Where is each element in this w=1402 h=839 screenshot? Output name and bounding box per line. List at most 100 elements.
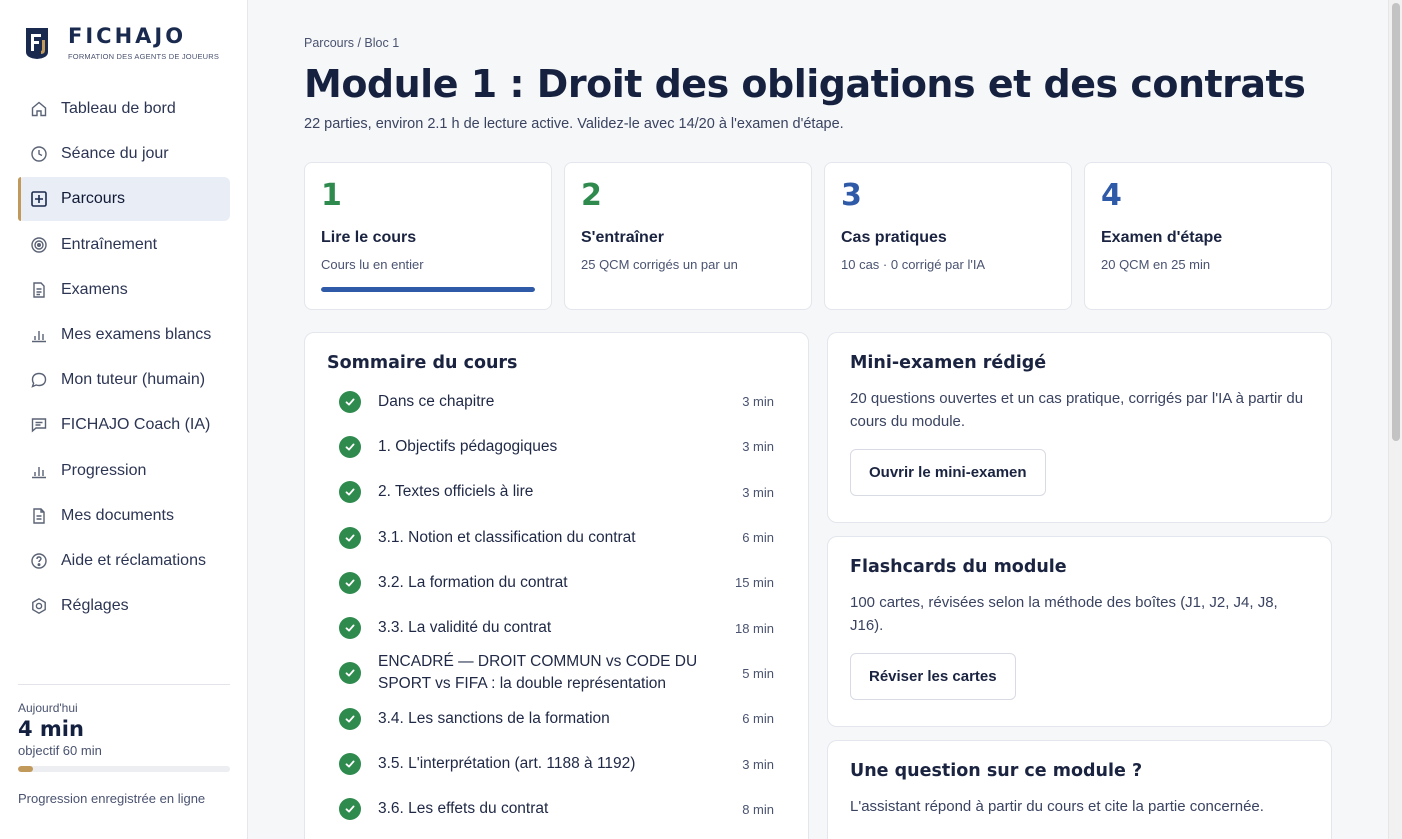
open-mini-exam-button[interactable]: Ouvrir le mini-examen xyxy=(850,449,1046,496)
fichajo-logo-icon xyxy=(26,28,48,59)
page-subtitle: 22 parties, environ 2.1 h de lecture act… xyxy=(304,116,844,132)
flashcards-text: 100 cartes, révisées selon la méthode de… xyxy=(850,594,1278,634)
toc-item[interactable]: ENCADRÉ — DROIT COMMUN vs CODE DU SPORT … xyxy=(327,651,786,696)
brand[interactable]: FICHAJO FORMATION DES AGENTS DE JOUEURS xyxy=(24,24,219,61)
sidebar-item-label: Séance du jour xyxy=(61,145,169,163)
question-text: L'assistant répond à partir du cours et … xyxy=(850,798,1264,815)
flashcards-card: Flashcards du module 100 cartes, révisée… xyxy=(827,536,1332,727)
course-summary-list: Dans ce chapitre 3 min 1. Objectifs pédago… xyxy=(327,379,786,832)
check-circle-icon xyxy=(339,526,361,549)
step-number: 2 xyxy=(581,178,602,213)
sidebar-item-label: Aide et réclamations xyxy=(61,551,206,569)
step-title: Examen d'étape xyxy=(1101,229,1223,246)
check-circle-icon xyxy=(339,753,361,776)
check-circle-icon xyxy=(339,390,361,413)
check-circle-icon xyxy=(339,571,361,594)
question-title: Une question sur ce module ? xyxy=(850,761,1143,781)
settings-icon xyxy=(30,597,48,615)
sidebar-item-entrainement[interactable]: Entraînement xyxy=(18,223,230,267)
sidebar-item-label: Parcours xyxy=(61,190,126,208)
toc-item[interactable]: 3.2. La formation du contrat 15 min xyxy=(327,560,786,605)
sidebar-item-label: Tableau de bord xyxy=(61,100,176,117)
question-card: Une question sur ce module ? L'assistant… xyxy=(827,740,1332,839)
toc-item[interactable]: 2. Textes officiels à lire 3 min xyxy=(327,470,786,515)
home-icon xyxy=(30,100,48,118)
sidebar-item-examens[interactable]: Examens xyxy=(18,268,230,312)
sidebar: FICHAJO FORMATION DES AGENTS DE JOUEURS … xyxy=(0,0,248,839)
sidebar-item-label: FICHAJO Coach (IA) xyxy=(61,416,211,434)
toc-item[interactable]: 3.5. L'interprétation (art. 1188 à 1192)… xyxy=(327,741,786,786)
target-icon xyxy=(30,236,48,254)
bar-chart-icon xyxy=(30,462,48,480)
toc-item-duration: 15 min xyxy=(734,575,774,591)
toc-item-duration: 6 min xyxy=(742,711,774,727)
course-summary-title: Sommaire du cours xyxy=(327,353,518,373)
step-card-4[interactable]: 4 Examen d'étape 20 QCM en 25 min xyxy=(1084,162,1332,310)
toc-item-label: 3.2. La formation du contrat xyxy=(378,573,568,591)
breadcrumb[interactable]: Parcours / Bloc 1 xyxy=(304,36,399,50)
toc-item-label: ENCADRÉ — DROIT COMMUN vs CODE DU SPORT … xyxy=(378,653,698,693)
mini-exam-text: 20 questions ouvertes et un cas pratique… xyxy=(850,390,1304,430)
today-progress-bar xyxy=(18,766,230,772)
toc-item[interactable]: 3.4. Les sanctions de la formation 6 min xyxy=(327,696,786,741)
toc-item[interactable]: 3.1. Notion et classification du contrat… xyxy=(327,515,786,560)
step-number: 4 xyxy=(1101,178,1122,213)
toc-item[interactable]: 3.3. La validité du contrat 18 min xyxy=(327,605,786,650)
step-title: S'entraîner xyxy=(581,229,664,246)
step-description: 25 QCM corrigés un par un xyxy=(581,257,738,272)
help-circle-icon xyxy=(30,552,48,570)
sidebar-item-label: Réglages xyxy=(61,597,129,615)
mini-exam-title: Mini-examen rédigé xyxy=(850,353,1047,373)
toc-item[interactable]: 1. Objectifs pédagogiques 3 min xyxy=(327,424,786,469)
today-goal: objectif 60 min xyxy=(18,743,102,758)
chat-bubble-icon xyxy=(30,371,48,389)
today-progress-fill xyxy=(18,766,33,772)
sidebar-item-mes-documents[interactable]: Mes documents xyxy=(18,494,230,538)
check-circle-icon xyxy=(339,662,361,685)
file-icon xyxy=(30,507,48,525)
step-title: Lire le cours xyxy=(321,229,417,246)
sidebar-item-label: Mon tuteur (humain) xyxy=(61,371,206,389)
step-card-1[interactable]: 1 Lire le cours Cours lu en entier xyxy=(304,162,552,310)
sidebar-item-progression[interactable]: Progression xyxy=(18,449,230,493)
toc-item[interactable]: 3.6. Les effets du contrat 8 min xyxy=(327,787,786,832)
sidebar-item-tableau-de-bord[interactable]: Tableau de bord xyxy=(18,87,230,131)
steps-row: 1 Lire le cours Cours lu en entier 2 S'entra… xyxy=(304,162,1332,310)
sidebar-item-seance-du-jour[interactable]: Séance du jour xyxy=(18,132,230,176)
toc-item-duration: 6 min xyxy=(742,530,774,546)
sidebar-item-aide-et-reclamations[interactable]: Aide et réclamations xyxy=(18,539,230,583)
sidebar-item-reglages[interactable]: Réglages xyxy=(18,584,230,628)
sidebar-item-parcours[interactable]: Parcours xyxy=(18,177,230,222)
toc-item-duration: 5 min xyxy=(742,665,774,681)
toc-item-label: Dans ce chapitre xyxy=(378,392,495,410)
brand-tagline: FORMATION DES AGENTS DE JOUEURS xyxy=(68,52,220,61)
check-circle-icon xyxy=(339,798,361,821)
sidebar-item-mon-tuteur-humain[interactable]: Mon tuteur (humain) xyxy=(18,358,230,402)
page-scrollbar[interactable] xyxy=(1388,0,1402,839)
path-grid-icon xyxy=(30,190,48,208)
scrollbar-thumb[interactable] xyxy=(1392,3,1400,441)
sidebar-item-fichajo-coach-ia[interactable]: FICHAJO Coach (IA) xyxy=(18,403,230,447)
toc-item-label: 3.1. Notion et classification du contrat xyxy=(378,528,636,546)
toc-item-label: 3.3. La validité du contrat xyxy=(378,619,552,637)
step-card-2[interactable]: 2 S'entraîner 25 QCM corrigés un par un xyxy=(564,162,812,310)
message-square-icon xyxy=(30,416,48,434)
toc-item-label: 3.5. L'interprétation (art. 1188 à 1192) xyxy=(378,755,636,773)
sidebar-item-mes-examens-blancs[interactable]: Mes examens blancs xyxy=(18,313,230,357)
toc-item-duration: 18 min xyxy=(734,620,774,636)
bar-chart-icon xyxy=(30,326,48,344)
step-card-3[interactable]: 3 Cas pratiques 10 cas · 0 corrigé par l'I… xyxy=(824,162,1072,310)
today-value: 4 min xyxy=(18,717,84,741)
check-circle-icon xyxy=(339,435,361,458)
toc-item-duration: 3 min xyxy=(742,394,774,410)
check-circle-icon xyxy=(339,481,361,504)
review-cards-button[interactable]: Réviser les cartes xyxy=(850,653,1016,700)
step-progress-fill xyxy=(321,287,535,292)
sidebar-item-label: Progression xyxy=(61,461,147,479)
toc-item-duration: 8 min xyxy=(742,801,774,817)
toc-item[interactable]: Dans ce chapitre 3 min xyxy=(327,379,786,424)
step-description: 20 QCM en 25 min xyxy=(1101,257,1211,272)
today-panel: Aujourd'hui 4 min objectif 60 min Progre… xyxy=(18,684,230,806)
sidebar-item-label: Entraînement xyxy=(61,235,158,253)
toc-item-duration: 3 min xyxy=(742,756,774,772)
